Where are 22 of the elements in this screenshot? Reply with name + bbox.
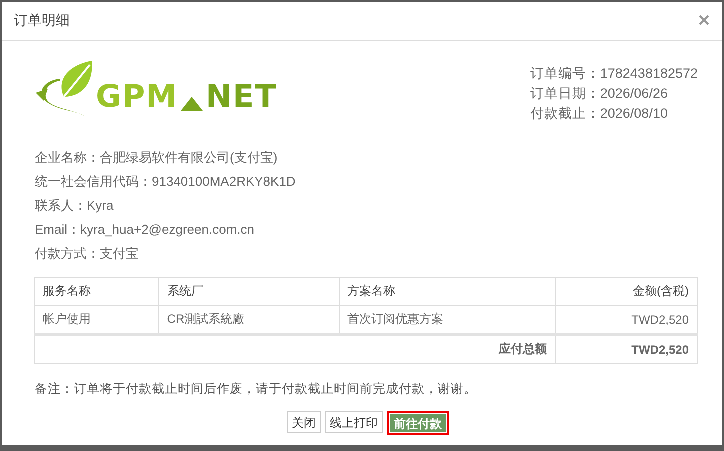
order-info-text: 订单日期：2026/06/26 (530, 85, 669, 103)
column-header: 系统厂 (158, 278, 340, 306)
logo-text: NET (206, 82, 278, 117)
order-info-text: 付款截止：2026/08/10 (530, 105, 669, 123)
table-cell: 帐户使用 (34, 306, 159, 334)
dialog-title: 订单明细 (14, 12, 70, 30)
customer-info-text: 企业名称：合肥绿易软件有限公司(支付宝) (35, 149, 279, 167)
total-label: 应付总额 (34, 334, 556, 364)
logo-text: GPM (96, 82, 178, 117)
print-button[interactable]: 线上打印 (325, 411, 383, 433)
note-text: 备注：订单将于付款截止时间后作废，请于付款截止时间前完成付款，谢谢。 (34, 381, 478, 398)
triangle-icon (181, 97, 204, 111)
order-info-text: 订单编号：1782438182572 (530, 65, 698, 83)
customer-info-text: 统一社会信用代码：91340100MA2RKY8K1D (35, 173, 297, 191)
column-header: 方案名称 (339, 278, 556, 306)
close-button[interactable]: 关闭 (287, 411, 321, 433)
total-amount: TWD2,520 (555, 334, 698, 364)
column-header: 金额(含税) (555, 278, 698, 306)
customer-info-text: 联系人：Kyra (35, 197, 115, 215)
customer-info-text: Email：kyra_hua+2@ezgreen.com.cn (35, 221, 256, 239)
column-header: 服务名称 (34, 278, 159, 306)
customer-info-text: 付款方式：支付宝 (35, 245, 140, 263)
